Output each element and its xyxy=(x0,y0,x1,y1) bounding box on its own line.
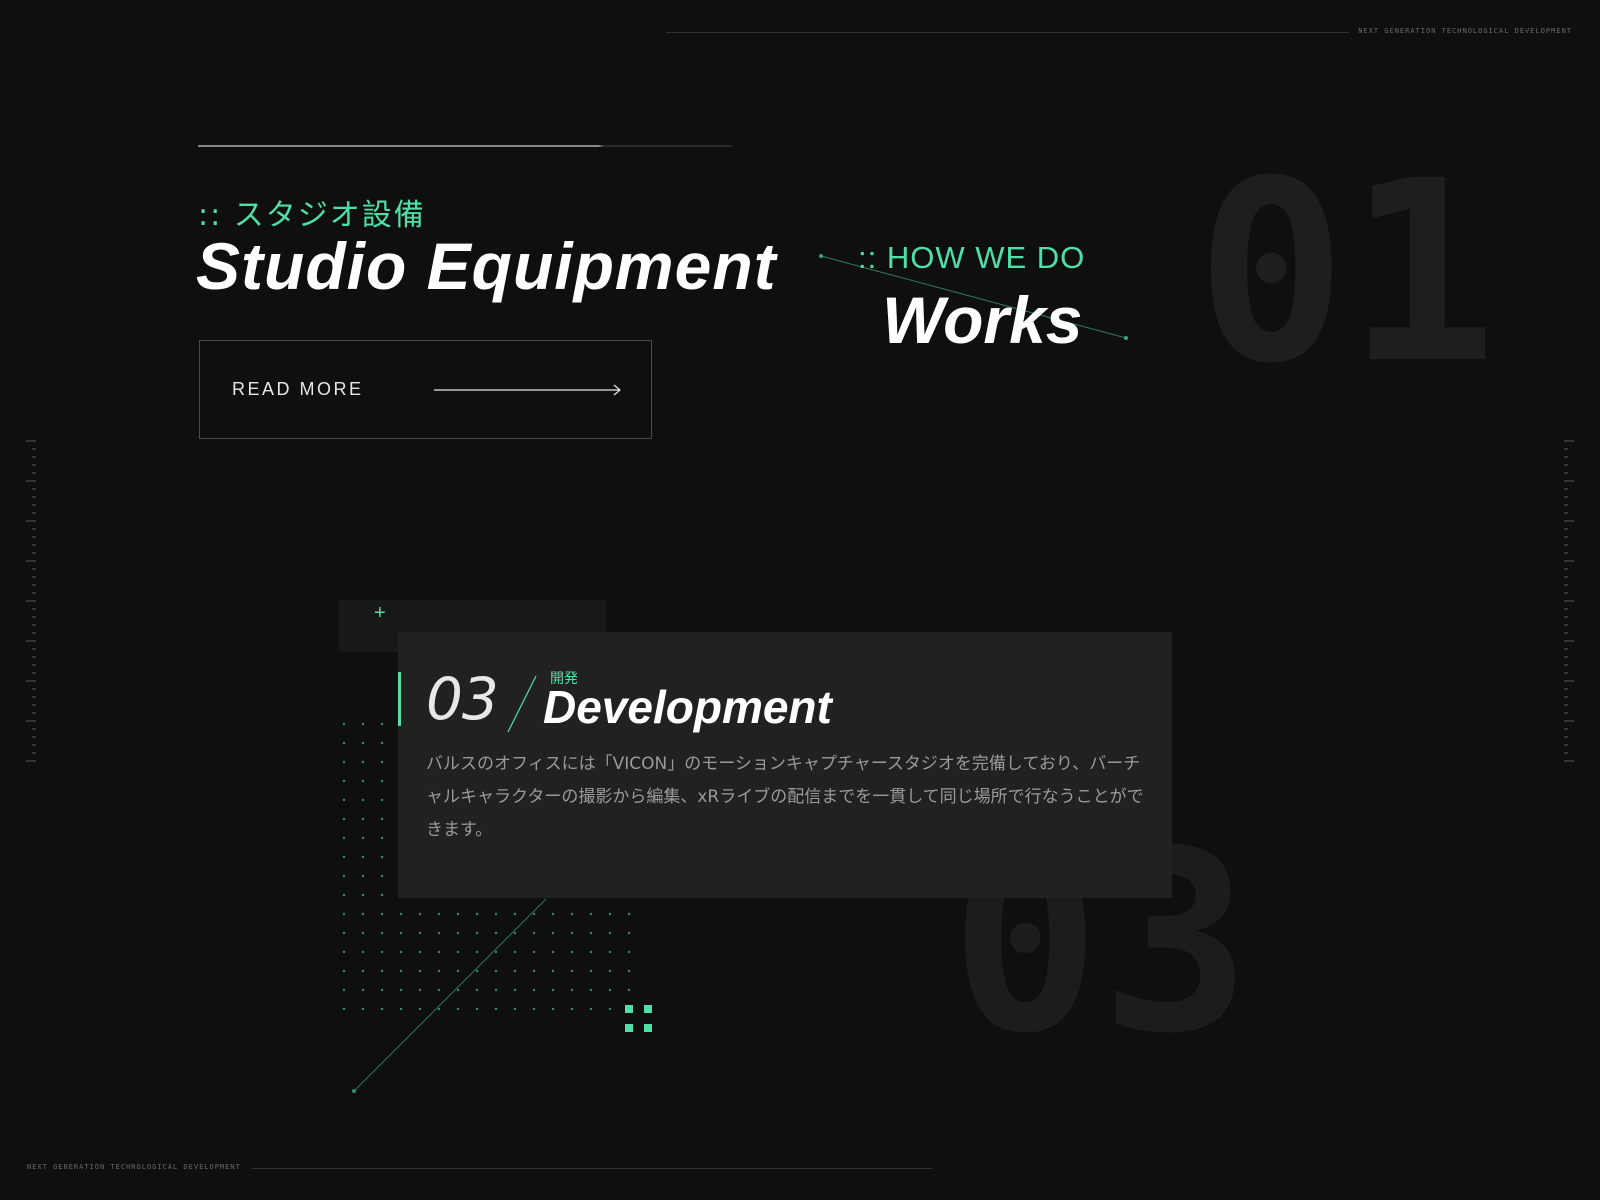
card-description: バルスのオフィスには「VICON」のモーションキャプチャースタジオを完備しており… xyxy=(426,754,1144,840)
top-divider xyxy=(666,32,1349,33)
works-heading: Works xyxy=(882,283,1083,357)
how-we-do-label: :: HOW WE DO xyxy=(858,240,1086,275)
plus-icon: + xyxy=(374,602,386,624)
background-number-01: 01 xyxy=(1196,127,1498,418)
card-number: 03 xyxy=(426,665,499,733)
card-title: Development xyxy=(543,681,832,733)
arrow-right-icon xyxy=(434,383,624,401)
development-card: 03 開発 Development バルスのオフィスには「VICON」のモーショ… xyxy=(398,632,1172,898)
read-more-button[interactable]: READ MORE xyxy=(199,340,652,439)
decorative-diagonal-line xyxy=(350,895,550,1100)
top-tagline: NEXT GENERATION TECHNOLOGICAL DEVELOPMEN… xyxy=(1358,27,1572,35)
bottom-tagline: NEXT GENERATION TECHNOLOGICAL DEVELOPMEN… xyxy=(27,1163,241,1171)
section-divider xyxy=(198,145,732,147)
studio-heading: Studio Equipment xyxy=(196,229,777,303)
right-ruler xyxy=(1560,440,1574,762)
left-ruler xyxy=(26,440,40,762)
card-slash xyxy=(504,674,540,739)
read-more-label: READ MORE xyxy=(232,379,364,399)
card-accent-bar xyxy=(398,672,401,726)
bottom-divider xyxy=(252,1168,932,1169)
accent-squares xyxy=(625,1005,655,1040)
